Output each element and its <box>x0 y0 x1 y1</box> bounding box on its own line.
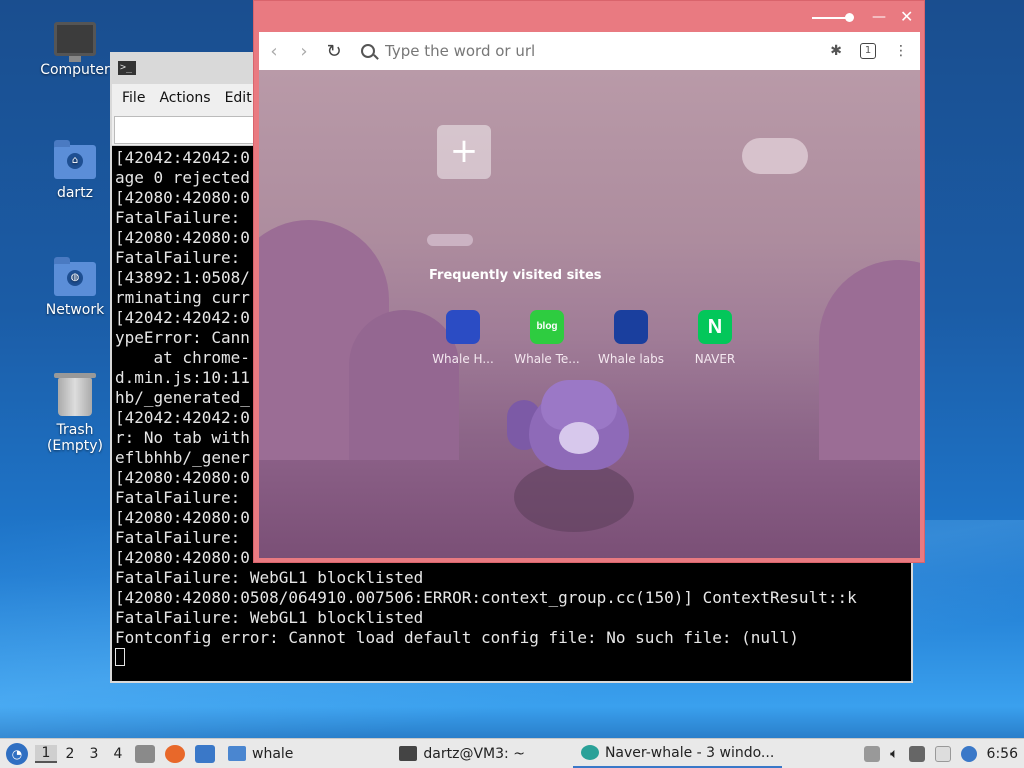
reload-icon[interactable]: ↻ <box>319 41 349 62</box>
task-terminal[interactable]: dartz@VM3: ~ <box>391 740 533 768</box>
new-tab-page: + Frequently visited sites Whale H... bl… <box>259 70 920 558</box>
update-icon[interactable] <box>960 745 977 762</box>
background-cloud <box>427 234 473 246</box>
terminal-icon <box>399 746 418 761</box>
desktop-icon-home[interactable]: ⌂ dartz <box>27 140 123 201</box>
start-menu-icon[interactable]: ◔ <box>6 742 28 765</box>
task-browser[interactable]: Naver-whale - 3 windo... <box>572 740 783 768</box>
tab-count-badge[interactable]: 1 <box>860 43 876 59</box>
site-label: Whale labs <box>598 352 664 366</box>
opacity-slider[interactable] <box>812 13 854 22</box>
network-folder-icon: ◍ <box>54 257 96 296</box>
system-tray: 🔈︎ 6:56 <box>864 745 1024 762</box>
naver-icon: N <box>698 310 732 344</box>
trash-icon <box>54 373 96 416</box>
whale-icon <box>446 310 480 344</box>
workspace-3[interactable]: 3 <box>83 746 105 762</box>
desktop-launcher-icon[interactable] <box>195 744 215 763</box>
terminal-cursor <box>115 648 125 666</box>
terminal-line: FatalFailure: WebGL1 blocklisted <box>115 608 424 627</box>
url-input[interactable] <box>385 42 805 60</box>
site-label: Whale Te... <box>514 352 580 366</box>
back-icon[interactable]: ‹ <box>259 41 289 62</box>
extension-icon[interactable]: ✱ <box>830 43 842 59</box>
desktop-icon-trash[interactable]: Trash (Empty) <box>27 373 123 454</box>
site-label: NAVER <box>694 352 736 366</box>
background-cloud <box>742 138 808 174</box>
menu-actions[interactable]: Actions <box>159 90 220 106</box>
desktop-icon-label: Computer <box>40 62 110 78</box>
add-shortcut-button[interactable]: + <box>437 125 491 179</box>
firefox-launcher-icon[interactable] <box>165 744 185 763</box>
terminal-icon: >_ <box>118 61 136 75</box>
desktop-icon-label: Network <box>45 302 105 318</box>
frequently-visited-title: Frequently visited sites <box>429 268 602 283</box>
desktop-icon-network[interactable]: ◍ Network <box>27 257 123 318</box>
terminal-tab[interactable] <box>114 116 264 144</box>
site-tile-whale-labs[interactable]: Whale labs <box>591 310 671 366</box>
volume-icon[interactable]: 🔈︎ <box>890 746 898 762</box>
folder-task-label: whale <box>252 745 294 762</box>
task-label: Naver-whale - 3 windo... <box>604 744 775 761</box>
minimize-icon[interactable]: — <box>872 9 886 25</box>
desktop-icon-label: Trash (Empty) <box>46 422 104 454</box>
workspace-1[interactable]: 1 <box>35 744 57 763</box>
close-icon[interactable]: ✕ <box>900 7 913 26</box>
display-icon[interactable] <box>908 745 925 762</box>
mascot-belly <box>559 422 599 454</box>
file-manager-launcher-icon[interactable] <box>135 744 155 763</box>
terminal-line: FatalFailure: WebGL1 blocklisted <box>115 568 424 587</box>
whale-icon <box>580 745 599 760</box>
site-tile-naver[interactable]: N NAVER <box>675 310 755 366</box>
home-folder-icon: ⌂ <box>54 140 96 179</box>
browser-titlebar[interactable]: — ✕ <box>254 1 924 32</box>
search-icon <box>361 44 375 58</box>
taskbar: ◔ 1 2 3 4 whale dartz@VM3: ~ Naver-whale… <box>0 738 1024 768</box>
computer-icon <box>54 22 96 62</box>
desktop-icon-computer[interactable]: Computer <box>27 22 123 78</box>
address-bar: ‹ › ↻ ✱ 1 ⋮ <box>259 32 920 70</box>
desktop-icon-label: dartz <box>56 185 94 201</box>
blog-icon: blog <box>530 310 564 344</box>
clipboard-icon[interactable] <box>934 745 951 762</box>
browser-window[interactable]: — ✕ ‹ › ↻ ✱ 1 ⋮ + Frequently visited sit… <box>253 0 925 563</box>
folder-icon <box>228 746 246 761</box>
terminal-line: [42080:42080:0508/064910.007506:ERROR:co… <box>115 588 857 607</box>
site-tile-whale-home[interactable]: Whale H... <box>423 310 503 366</box>
folder-task[interactable]: whale <box>220 740 301 768</box>
workspace-2[interactable]: 2 <box>59 746 81 762</box>
clock[interactable]: 6:56 <box>987 746 1018 762</box>
whale-labs-icon <box>614 310 648 344</box>
mascot-shadow <box>514 462 634 532</box>
site-label: Whale H... <box>432 352 494 366</box>
site-tile-whale-blog[interactable]: blog Whale Te... <box>507 310 587 366</box>
menu-kebab-icon[interactable]: ⋮ <box>894 43 908 59</box>
workspace-4[interactable]: 4 <box>107 746 129 762</box>
forward-icon[interactable]: › <box>289 41 319 62</box>
eject-icon[interactable] <box>864 745 881 762</box>
menu-file[interactable]: File <box>122 90 155 106</box>
task-label: dartz@VM3: ~ <box>423 745 525 762</box>
terminal-line: Fontconfig error: Cannot load default co… <box>115 628 799 647</box>
